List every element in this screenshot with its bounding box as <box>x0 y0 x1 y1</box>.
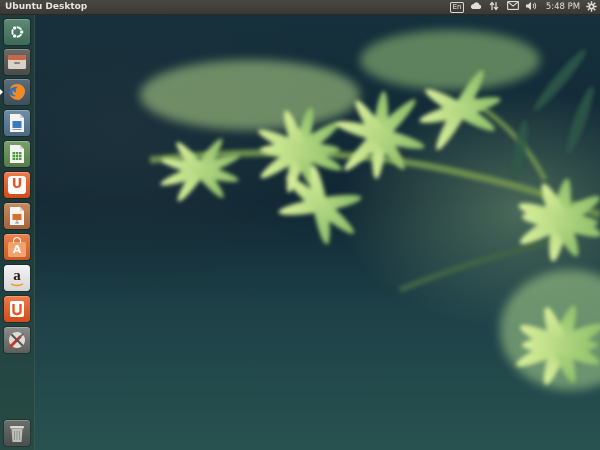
running-indicator <box>0 89 3 95</box>
ubuntu-one-music-launcher-button[interactable] <box>4 296 30 322</box>
files-launcher-button[interactable] <box>4 49 30 75</box>
writer-document-icon <box>10 114 24 132</box>
volume-icon[interactable] <box>524 1 538 13</box>
shopping-bag-icon: A <box>8 237 26 257</box>
ubuntu-logo-icon <box>11 25 25 39</box>
ubuntu-one-launcher-button[interactable]: U <box>4 172 30 198</box>
wrench-screwdriver-icon <box>9 332 25 348</box>
cloud-icon[interactable] <box>469 1 483 13</box>
clock-time[interactable]: 5:48 PM <box>545 1 581 13</box>
firefox-launcher-button[interactable] <box>4 79 30 105</box>
amazon-launcher-button[interactable]: a <box>4 265 30 291</box>
firefox-icon <box>9 84 25 100</box>
network-transfer-icon[interactable] <box>487 1 501 13</box>
ubuntu-one-icon: U <box>8 176 26 194</box>
dash-home-button[interactable] <box>4 19 30 45</box>
calc-launcher-button[interactable] <box>4 141 30 167</box>
keyboard-layout-indicator[interactable]: En <box>449 1 465 13</box>
trash-icon <box>10 426 24 442</box>
pine-branch-graphic <box>140 30 600 390</box>
window-title: Ubuntu Desktop <box>5 2 88 12</box>
file-cabinet-icon <box>8 55 26 69</box>
writer-launcher-button[interactable] <box>4 110 30 136</box>
impress-presentation-icon <box>10 207 24 225</box>
keyboard-layout-label: En <box>449 2 465 13</box>
settings-gear-icon[interactable] <box>585 1 597 13</box>
unity-launcher: U A a <box>0 15 35 450</box>
mail-icon[interactable] <box>506 1 520 13</box>
trash-launcher-button[interactable] <box>4 420 30 446</box>
software-center-launcher-button[interactable]: A <box>4 234 30 260</box>
amazon-icon: a <box>10 269 24 287</box>
impress-launcher-button[interactable] <box>4 203 30 229</box>
ubuntu-one-music-icon <box>10 301 24 317</box>
system-settings-launcher-button[interactable] <box>4 327 30 353</box>
calc-spreadsheet-icon <box>10 145 24 163</box>
top-panel: Ubuntu Desktop En 5:48 PM <box>0 0 600 15</box>
desktop-wallpaper <box>0 0 600 450</box>
